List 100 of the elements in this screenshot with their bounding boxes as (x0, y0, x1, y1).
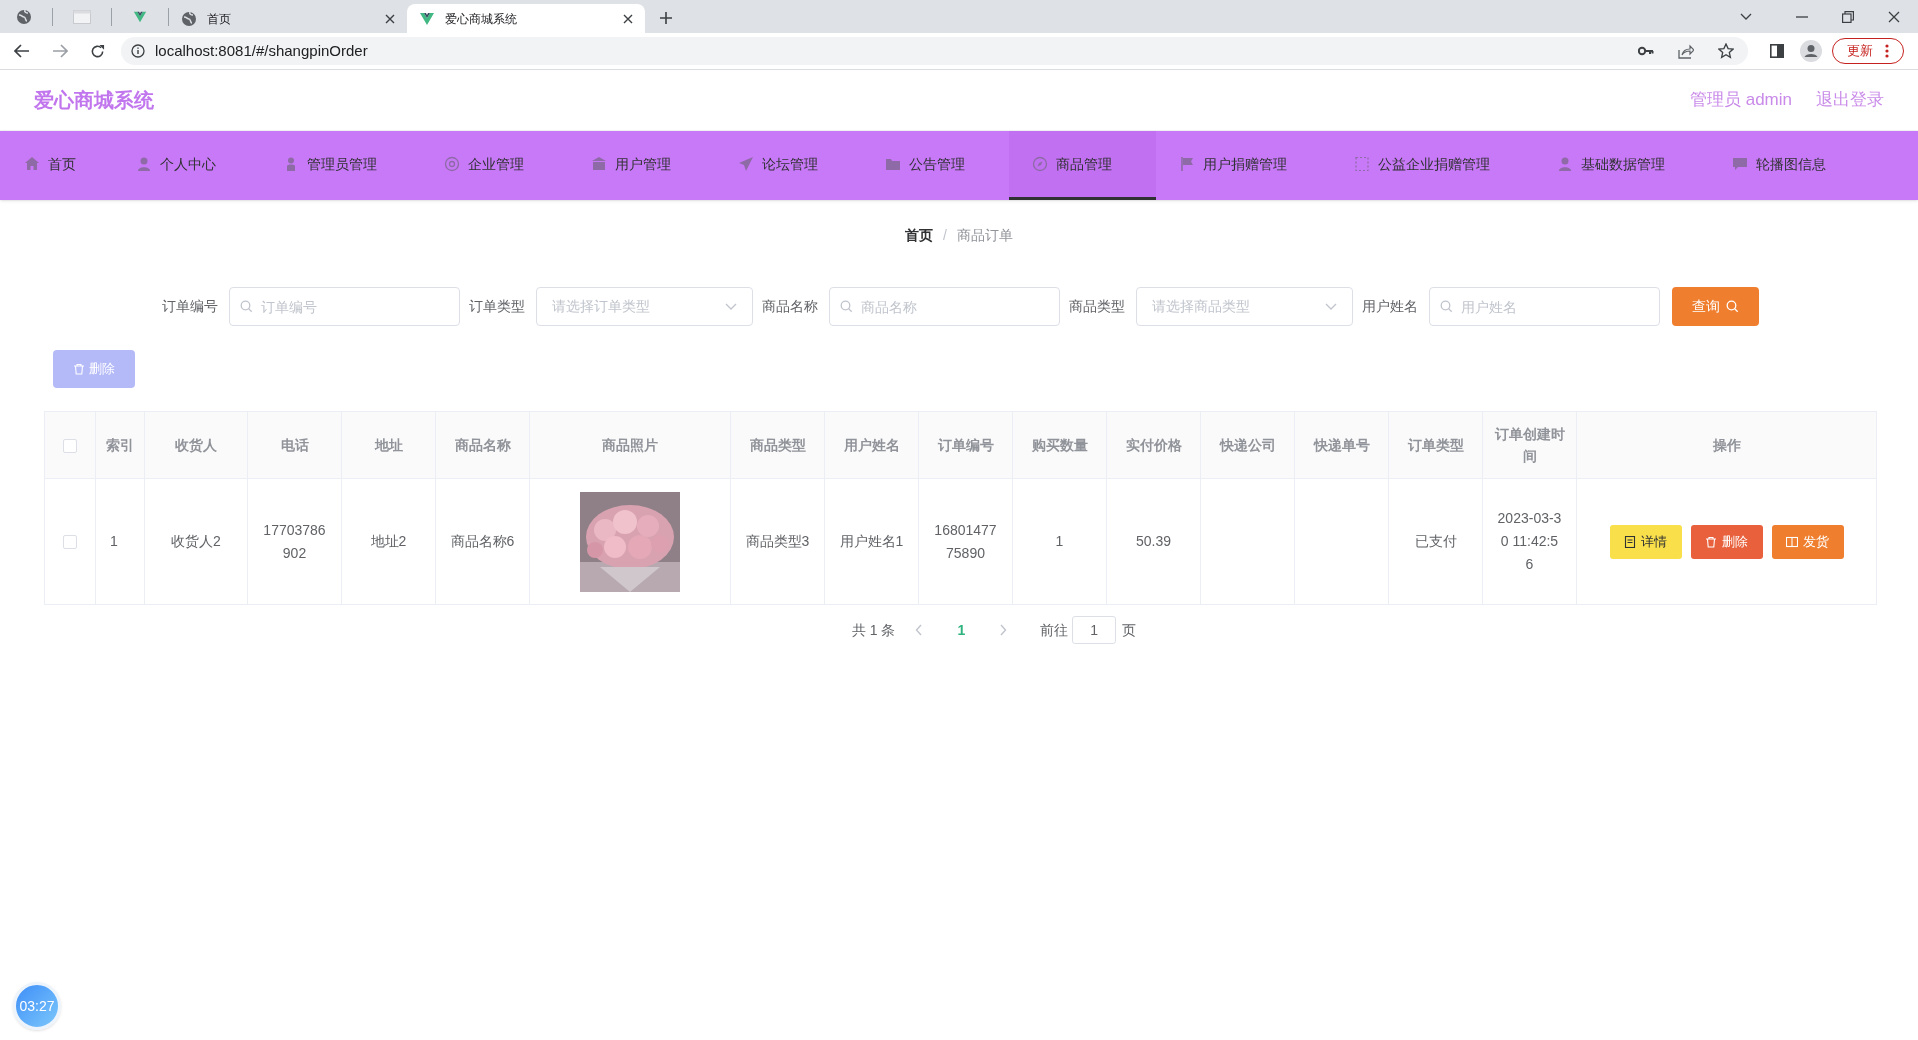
column-header: 快递单号 (1313, 437, 1370, 453)
column-header: 购买数量 (1031, 437, 1088, 453)
side-panel-icon[interactable] (1770, 44, 1784, 58)
column-header: 商品名称 (454, 437, 511, 453)
column-header: 订单类型 (1407, 437, 1464, 453)
logout-link[interactable]: 退出登录 (1816, 87, 1884, 113)
column-header: 地址 (374, 437, 403, 453)
nav-item[interactable]: 首页 (0, 131, 113, 200)
tab-title: 爱心商城系统 (445, 10, 518, 28)
table-cell: 1 (110, 533, 118, 549)
tab-title: 首页 (207, 10, 232, 28)
table-cell: 用户姓名1 (839, 533, 904, 549)
chevron-down-icon (724, 302, 737, 311)
back-icon[interactable] (14, 44, 30, 58)
table-cell: 50.39 (1135, 533, 1171, 549)
chevron-down-icon (1324, 302, 1337, 311)
user-icon (136, 156, 152, 172)
table-cell: 17703786902 (263, 521, 326, 561)
column-header: 操作 (1712, 437, 1741, 453)
search-icon (1725, 300, 1739, 313)
breadcrumb-item[interactable]: 首页 (905, 225, 934, 246)
column-header: 电话 (280, 437, 309, 453)
table-cell: 已支付 (1414, 533, 1457, 549)
column-header: 订单创建时间 (1494, 426, 1565, 464)
nav-item[interactable]: 公益企业捐赠管理 (1331, 131, 1534, 200)
chat-icon (1732, 156, 1748, 172)
document-icon (1624, 535, 1636, 548)
table-cell: 1680147775890 (934, 521, 997, 561)
table-cell: 2023-03-30 11:42:56 (1497, 510, 1562, 572)
column-header: 收货人 (175, 437, 217, 453)
checkbox[interactable] (63, 535, 77, 550)
field-label: 用户姓名 (1361, 297, 1418, 316)
nav-item[interactable]: 商品管理 (1009, 131, 1156, 200)
site-title: 爱心商城系统 (34, 88, 154, 113)
building-icon (591, 156, 607, 172)
nav-item[interactable]: 企业管理 (421, 131, 568, 200)
input-field[interactable]: 订单编号 (228, 287, 460, 326)
table-cell: 地址2 (370, 533, 407, 549)
total-count: 共 1 条 (851, 620, 896, 640)
input-field[interactable]: 商品名称 (828, 287, 1060, 326)
breadcrumb-separator: / (943, 226, 947, 245)
nav-item[interactable]: 轮播图信息 (1709, 131, 1870, 200)
action-button[interactable]: 删除 (1690, 524, 1763, 559)
restore-icon[interactable] (1842, 10, 1854, 23)
send-icon (738, 156, 754, 172)
minimize-icon[interactable] (1796, 15, 1808, 18)
home-icon (24, 156, 40, 172)
key-icon[interactable] (1638, 46, 1654, 56)
field-label: 商品名称 (761, 297, 818, 316)
nav-item[interactable]: 公告管理 (862, 131, 1009, 200)
checkbox[interactable] (63, 438, 77, 453)
close-icon[interactable] (1888, 10, 1900, 23)
nav-item[interactable]: 个人中心 (113, 131, 260, 200)
forward-icon[interactable] (52, 44, 68, 58)
browser-tab[interactable]: 爱心商城系统 (407, 4, 645, 33)
close-icon[interactable] (623, 13, 633, 24)
folder-icon (885, 156, 901, 172)
input-field[interactable]: 用户姓名 (1428, 287, 1660, 326)
admin-user-link[interactable]: 管理员 admin (1689, 87, 1792, 113)
globe-icon[interactable] (16, 8, 32, 25)
vue-icon (419, 10, 435, 27)
breadcrumb-item[interactable]: 商品订单 (956, 225, 1013, 246)
action-button[interactable]: 详情 (1609, 524, 1682, 559)
user-icon (1557, 156, 1573, 172)
page-number[interactable]: 1 (957, 619, 966, 641)
share-icon[interactable] (1678, 43, 1694, 59)
reload-icon[interactable] (90, 43, 105, 59)
nav-item[interactable]: 基础数据管理 (1534, 131, 1709, 200)
address-bar[interactable]: localhost:8081/#/shangpinOrder (121, 37, 1748, 65)
table-cell: 1 (1055, 533, 1064, 549)
trash-icon (73, 363, 85, 375)
plus-icon[interactable] (659, 11, 673, 25)
column-header: 实付价格 (1125, 437, 1182, 453)
column-header: 索引 (106, 437, 134, 453)
close-icon[interactable] (385, 13, 395, 24)
search-icon (239, 300, 253, 313)
field-label: 商品类型 (1068, 297, 1125, 316)
page-input[interactable]: 1 (1072, 616, 1117, 644)
vue-icon[interactable] (132, 9, 148, 24)
column-header: 商品照片 (602, 437, 658, 453)
search-icon (1439, 300, 1453, 313)
globe-icon (181, 10, 197, 27)
column-header: 快递公司 (1219, 437, 1276, 453)
flag-icon (1179, 156, 1195, 172)
nav-item[interactable]: 论坛管理 (715, 131, 862, 200)
nav-item[interactable]: 管理员管理 (260, 131, 421, 200)
trash-icon (1705, 535, 1717, 548)
compass-icon (1032, 156, 1048, 172)
frame-icon (1354, 156, 1370, 172)
timer-badge: 03:27 (13, 982, 61, 1030)
nav-item[interactable]: 用户管理 (568, 131, 715, 200)
search-button[interactable]: 查询 (1671, 287, 1759, 326)
star-icon[interactable] (1718, 43, 1734, 59)
profile-icon[interactable] (1800, 40, 1822, 62)
action-button[interactable]: 发货 (1771, 524, 1844, 559)
browser-tab[interactable]: 首页 (169, 4, 407, 33)
chevron-down-icon[interactable] (1740, 12, 1752, 21)
goto-label: 前往 (1040, 620, 1069, 640)
nav-item[interactable]: 用户捐赠管理 (1156, 131, 1331, 200)
page-suffix: 页 (1122, 620, 1137, 640)
